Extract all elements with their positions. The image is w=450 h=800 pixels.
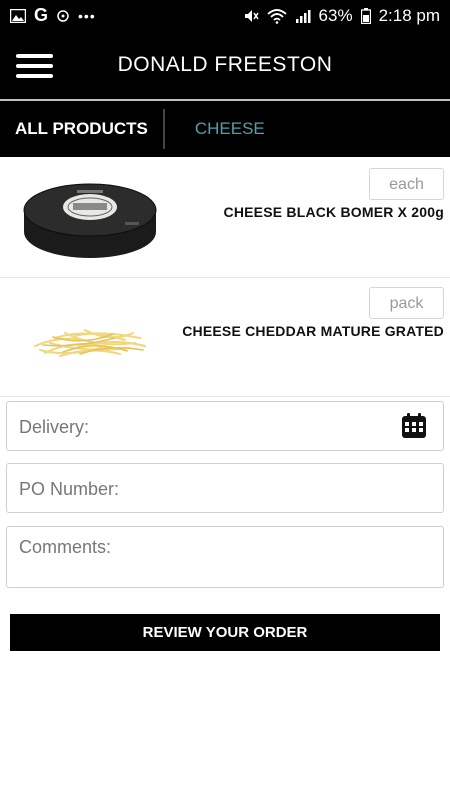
image-icon	[10, 8, 26, 23]
tab-cheese[interactable]: CHEESE	[165, 119, 280, 139]
product-image-grated-cheddar	[34, 329, 146, 357]
product-row[interactable]: pack CHEESE CHEDDAR MATURE GRATED	[0, 279, 450, 397]
comments-placeholder: Comments:	[19, 537, 112, 557]
battery-percent: 63%	[318, 5, 353, 25]
app-header: DONALD FREESTON	[0, 31, 450, 99]
calendar-icon[interactable]	[401, 413, 427, 439]
status-bar-left: G •••	[10, 5, 96, 26]
unit-selector[interactable]: pack	[369, 287, 444, 319]
comments-field[interactable]: Comments:	[6, 526, 444, 588]
mute-icon	[244, 9, 259, 22]
tab-all-products[interactable]: ALL PRODUCTS	[0, 119, 163, 139]
notification-icon	[57, 9, 69, 22]
product-image-black-bomber	[23, 183, 157, 258]
delivery-placeholder: Delivery:	[19, 417, 90, 437]
product-name: CHEESE BLACK BOMER X 200g	[223, 204, 444, 220]
clock: 2:18 pm	[378, 5, 440, 25]
page-title: DONALD FREESTON	[117, 53, 333, 76]
review-order-button[interactable]: REVIEW YOUR ORDER	[10, 614, 440, 651]
google-icon: G	[34, 5, 49, 25]
more-icon: •••	[78, 7, 96, 24]
status-bar: G ••• 63% 2:18 pm	[0, 0, 450, 31]
status-bar-right: 63% 2:18 pm	[243, 6, 440, 26]
battery-icon	[360, 7, 371, 24]
delivery-date-field[interactable]: Delivery:	[6, 401, 444, 451]
po-number-placeholder: PO Number:	[19, 479, 120, 499]
po-number-field[interactable]: PO Number:	[6, 463, 444, 513]
product-name: CHEESE CHEDDAR MATURE GRATED	[182, 323, 444, 339]
signal-icon	[295, 9, 311, 23]
category-tabs: ALL PRODUCTS CHEESE	[0, 101, 450, 157]
unit-selector[interactable]: each	[369, 168, 444, 200]
wifi-icon	[266, 8, 287, 24]
product-row[interactable]: each CHEESE BLACK BOMER X 200g	[0, 160, 450, 278]
